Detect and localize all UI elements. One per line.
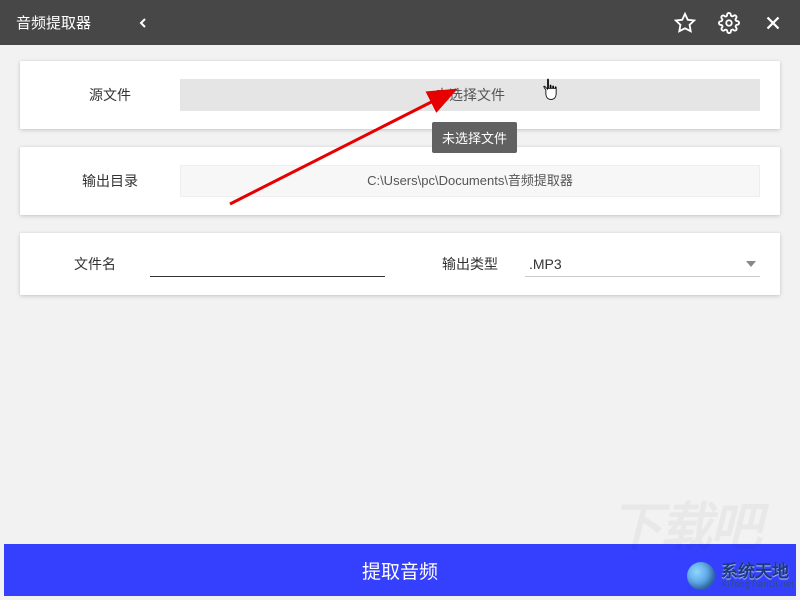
output-type-select[interactable]: .MP3 bbox=[525, 251, 760, 277]
close-icon[interactable] bbox=[762, 12, 784, 34]
filename-label: 文件名 bbox=[40, 254, 150, 274]
star-icon[interactable] bbox=[674, 12, 696, 34]
background-watermark-text: 下载吧 bbox=[610, 485, 760, 560]
cursor-pointer-icon bbox=[540, 78, 562, 107]
source-file-label: 源文件 bbox=[40, 85, 180, 105]
output-dir-card: 输出目录 C:\Users\pc\Documents\音频提取器 bbox=[20, 147, 780, 215]
output-type-selected: .MP3 bbox=[529, 256, 562, 272]
app-title: 音频提取器 bbox=[16, 12, 91, 33]
extract-audio-label: 提取音频 bbox=[362, 557, 438, 584]
globe-icon bbox=[687, 562, 715, 590]
settings-icon[interactable] bbox=[718, 12, 740, 34]
output-type-label: 输出类型 bbox=[415, 254, 525, 274]
watermark-main: 系统天地 bbox=[721, 563, 794, 580]
site-watermark: 系统天地 XiTongTianDi.net bbox=[687, 562, 794, 590]
title-bar: 音频提取器 bbox=[0, 0, 800, 45]
watermark-sub: XiTongTianDi.net bbox=[721, 580, 794, 589]
output-dir-label: 输出目录 bbox=[40, 171, 180, 191]
source-file-tooltip: 未选择文件 bbox=[432, 122, 517, 153]
choose-source-file-button[interactable]: 未选择文件 bbox=[180, 79, 760, 111]
chevron-down-icon bbox=[746, 259, 756, 269]
options-card: 文件名 输出类型 .MP3 bbox=[20, 233, 780, 295]
output-dir-field[interactable]: C:\Users\pc\Documents\音频提取器 bbox=[180, 165, 760, 197]
filename-input[interactable] bbox=[150, 251, 385, 277]
source-file-card: 源文件 未选择文件 bbox=[20, 61, 780, 129]
back-button[interactable] bbox=[135, 15, 151, 31]
